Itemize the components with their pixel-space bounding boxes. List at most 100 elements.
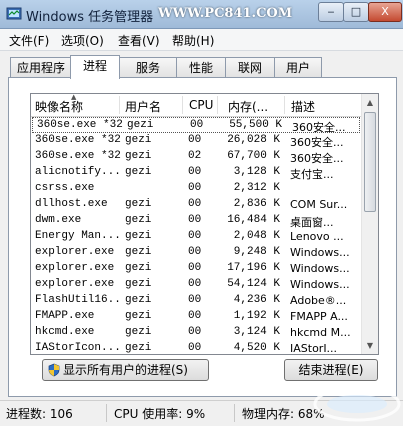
task-manager-icon	[6, 7, 22, 20]
process-row[interactable]: IAStorIcon... gezi 00 4,520 K IAStorI...	[31, 341, 361, 355]
tab-networking[interactable]: 联网	[225, 57, 275, 78]
column-memory[interactable]: 内存(...	[228, 98, 268, 115]
process-cpu: 00	[188, 326, 202, 338]
process-row[interactable]: dllhost.exe gezi 00 2,836 K COM Sur...	[31, 197, 361, 213]
show-all-users-button[interactable]: 显示所有用户的进程(S)	[42, 359, 209, 381]
column-description[interactable]: 描述	[291, 98, 315, 115]
end-process-button[interactable]: 结束进程(E)	[284, 359, 378, 381]
menu-options[interactable]: 选项(O)	[61, 32, 104, 49]
uac-shield-icon	[48, 363, 60, 377]
process-description: Lenovo ...	[290, 230, 344, 243]
process-cpu: 02	[188, 150, 202, 162]
process-image-name: 360se.exe *32	[37, 119, 123, 131]
process-memory: 26,028 K	[227, 134, 280, 146]
scroll-down-icon[interactable]: ▼	[362, 337, 378, 354]
process-memory: 54,124 K	[227, 278, 280, 290]
process-description: COM Sur...	[290, 198, 348, 211]
process-description: Windows...	[290, 246, 350, 259]
process-row[interactable]: explorer.exe gezi 00 54,124 K Windows...	[31, 277, 361, 293]
process-description: FMAPP A...	[290, 310, 348, 323]
process-user: gezi	[125, 214, 152, 226]
tab-performance[interactable]: 性能	[176, 57, 226, 78]
process-row[interactable]: 360se.exe *32 gezi 00 55,500 K 360安全...	[32, 117, 360, 134]
process-image-name: explorer.exe	[35, 262, 115, 274]
process-row[interactable]: hkcmd.exe gezi 00 3,124 K hkcmd M...	[31, 325, 361, 341]
process-user: gezi	[125, 278, 152, 290]
process-cpu: 00	[188, 342, 202, 354]
process-image-name: alicnotify...	[35, 166, 121, 178]
process-user: gezi	[125, 262, 152, 274]
process-row[interactable]: Energy Man... gezi 00 2,048 K Lenovo ...	[31, 229, 361, 245]
list-header: 映像名称 ▲ 用户名 CPU 内存(... 描述	[31, 94, 361, 117]
scroll-thumb[interactable]	[364, 112, 376, 212]
watermark: WWW.PC841.COM	[158, 6, 293, 21]
process-memory: 2,048 K	[233, 230, 280, 242]
menu-view[interactable]: 查看(V)	[118, 32, 160, 49]
window-title: Windows 任务管理器	[26, 10, 154, 25]
scroll-up-icon[interactable]: ▲	[362, 94, 378, 111]
process-description: hkcmd M...	[290, 326, 351, 339]
minimize-button[interactable]: ‒	[318, 2, 344, 22]
process-description: IAStorI...	[290, 342, 338, 355]
process-cpu: 00	[188, 214, 202, 226]
column-divider[interactable]	[119, 96, 120, 114]
close-button[interactable]: X	[368, 2, 402, 22]
column-divider[interactable]	[217, 96, 218, 114]
process-cpu: 00	[188, 310, 202, 322]
process-row[interactable]: dwm.exe gezi 00 16,484 K 桌面窗...	[31, 213, 361, 229]
process-row[interactable]: csrss.exe 00 2,312 K	[31, 181, 361, 197]
process-image-name: dwm.exe	[35, 214, 82, 226]
column-cpu[interactable]: CPU	[189, 98, 213, 112]
process-row[interactable]: explorer.exe gezi 00 17,196 K Windows...	[31, 261, 361, 277]
process-row[interactable]: explorer.exe gezi 00 9,248 K Windows...	[31, 245, 361, 261]
sort-arrow-icon: ▲	[71, 93, 77, 101]
show-all-users-label: 显示所有用户的进程(S)	[63, 363, 188, 377]
process-user: gezi	[125, 230, 152, 242]
process-user: gezi	[125, 310, 152, 322]
process-user: gezi	[125, 166, 152, 178]
process-cpu: 00	[188, 262, 202, 274]
process-image-name: dllhost.exe	[35, 198, 108, 210]
process-user: gezi	[127, 119, 154, 131]
process-cpu: 00	[190, 119, 204, 131]
tab-services[interactable]: 服务	[119, 57, 177, 78]
menu-bar: 文件(F) 选项(O) 查看(V) 帮助(H)	[0, 29, 403, 51]
process-memory: 1,192 K	[233, 310, 280, 322]
process-user: gezi	[125, 326, 152, 338]
process-memory: 4,520 K	[233, 342, 280, 354]
process-memory: 9,248 K	[233, 246, 280, 258]
process-row[interactable]: FlashUtil16... gezi 00 4,236 K Adobe®...	[31, 293, 361, 309]
process-memory: 3,124 K	[233, 326, 280, 338]
process-image-name: 360se.exe *32	[35, 134, 121, 146]
process-image-name: explorer.exe	[35, 278, 115, 290]
process-memory: 17,196 K	[227, 262, 280, 274]
process-image-name: IAStorIcon...	[35, 342, 121, 354]
process-cpu: 00	[188, 198, 202, 210]
process-row[interactable]: 360se.exe *32 gezi 02 67,700 K 360安全...	[31, 149, 361, 165]
process-image-name: explorer.exe	[35, 246, 115, 258]
menu-help[interactable]: 帮助(H)	[172, 32, 214, 49]
process-row[interactable]: 360se.exe *32 gezi 00 26,028 K 360安全...	[31, 133, 361, 149]
process-memory: 55,500 K	[229, 119, 282, 131]
maximize-button[interactable]: □	[343, 2, 369, 22]
process-description: Adobe®...	[290, 294, 347, 307]
column-divider[interactable]	[182, 96, 183, 114]
column-divider[interactable]	[284, 96, 285, 114]
process-row[interactable]: FMAPP.exe gezi 00 1,192 K FMAPP A...	[31, 309, 361, 325]
tab-processes[interactable]: 进程	[70, 55, 120, 79]
process-memory: 67,700 K	[227, 150, 280, 162]
process-image-name: hkcmd.exe	[35, 326, 95, 338]
process-row[interactable]: alicnotify... gezi 00 3,128 K 支付宝...	[31, 165, 361, 181]
status-divider	[234, 404, 235, 422]
process-list[interactable]: 映像名称 ▲ 用户名 CPU 内存(... 描述 360se.exe *32 ge…	[30, 93, 379, 355]
tab-users[interactable]: 用户	[274, 57, 322, 78]
column-user-name[interactable]: 用户名	[125, 98, 161, 115]
vertical-scrollbar[interactable]: ▲ ▼	[361, 94, 378, 354]
menu-file[interactable]: 文件(F)	[9, 32, 49, 49]
process-cpu: 00	[188, 166, 202, 178]
process-user: gezi	[125, 134, 152, 146]
tab-applications[interactable]: 应用程序	[10, 57, 72, 78]
process-user: gezi	[125, 246, 152, 258]
title-bar[interactable]: Windows 任务管理器 WWW.PC841.COM ‒ □ X	[0, 0, 403, 29]
process-memory: 3,128 K	[233, 166, 280, 178]
